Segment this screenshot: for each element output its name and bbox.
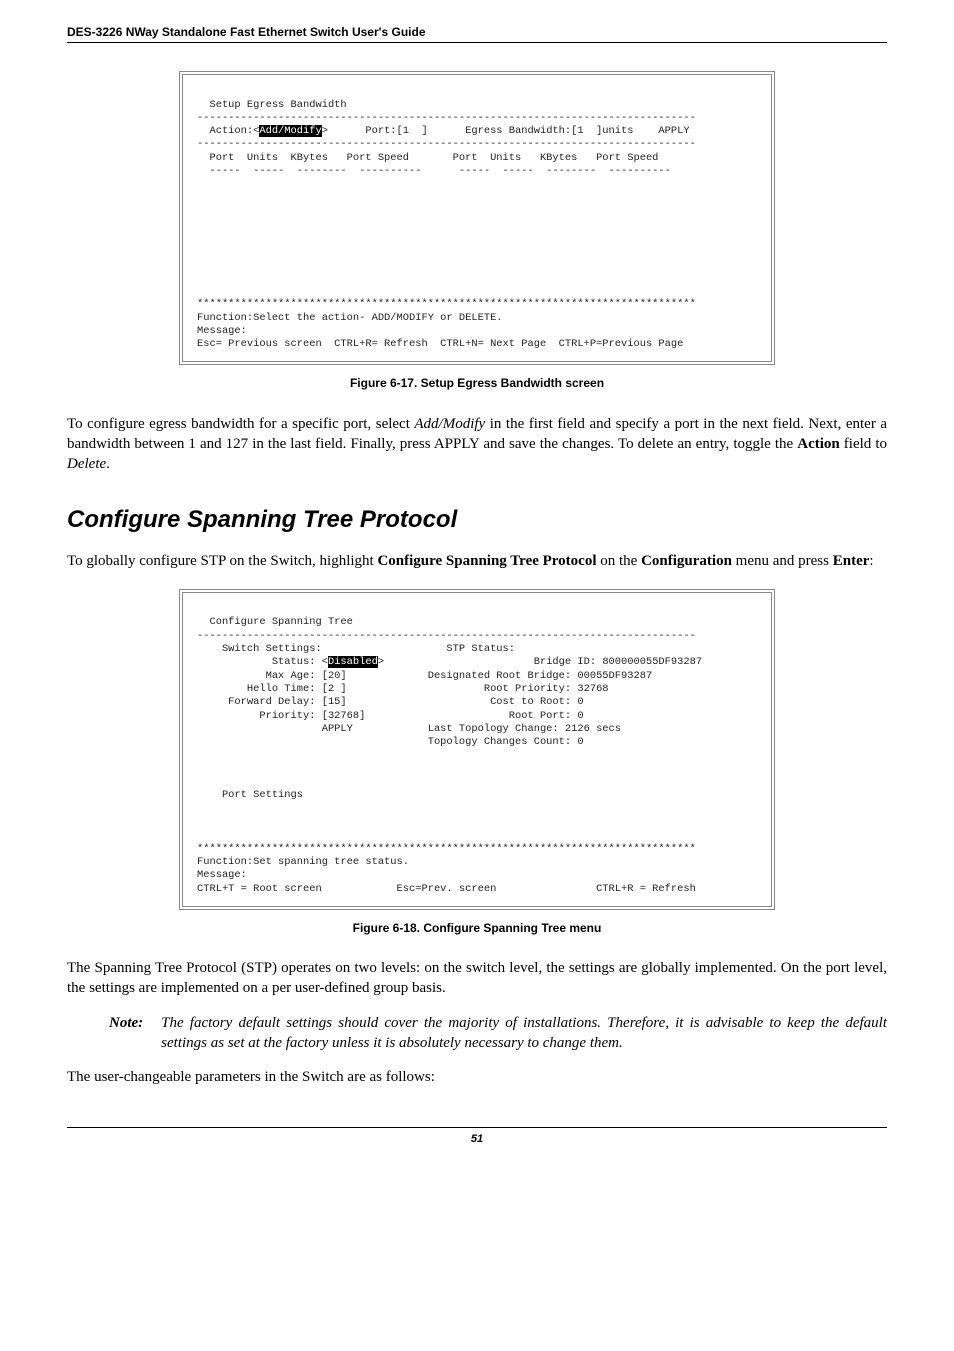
figure-caption-18: Figure 6-18. Configure Spanning Tree men… <box>67 920 887 936</box>
term1-title: Setup Egress Bandwidth <box>197 99 347 111</box>
term2-l8: Topology Changes Count: 0 <box>197 736 584 748</box>
term2-l5: Forward Delay: [15] Cost to Root: 0 <box>197 696 584 708</box>
term2-foot: CTRL+T = Root screen Esc=Prev. screen CT… <box>197 883 696 895</box>
intro-b1: Configure Spanning Tree Protocol <box>377 553 596 569</box>
p1-delete: Delete <box>67 456 106 472</box>
terminal-egress-bandwidth: Setup Egress Bandwidth -----------------… <box>179 71 775 365</box>
term2-title: Configure Spanning Tree <box>197 616 353 628</box>
p1-pre: To configure egress bandwidth for a spec… <box>67 416 414 432</box>
p1-end: . <box>106 456 110 472</box>
term1-action-pre: Action:< <box>197 125 259 137</box>
p1-post1: field to <box>840 436 887 452</box>
intro-b3: Enter <box>833 553 870 569</box>
page-number: 51 <box>67 1127 887 1147</box>
term1-header-row: Port Units KBytes Port Speed Port Units … <box>197 152 658 164</box>
note-body: The factory default settings should cove… <box>161 1013 887 1054</box>
paragraph-user-params: The user-changeable parameters in the Sw… <box>67 1067 887 1087</box>
term2-l4: Hello Time: [2 ] Root Priority: 32768 <box>197 683 609 695</box>
p1-addmodify: Add/Modify <box>414 416 485 432</box>
term2-stars: ****************************************… <box>197 843 696 855</box>
intro-end: : <box>869 553 873 569</box>
term2-l2b: > Bridge ID: 800000055DF93287 <box>378 656 702 668</box>
term2-l7: APPLY Last Topology Change: 2126 secs <box>197 723 621 735</box>
term1-dash-row: ----- ----- -------- ---------- ----- --… <box>197 165 671 177</box>
paragraph-configure-egress: To configure egress bandwidth for a spec… <box>67 414 887 475</box>
figure-caption-17: Figure 6-17. Setup Egress Bandwidth scre… <box>67 375 887 391</box>
terminal-spanning-tree: Configure Spanning Tree ----------------… <box>179 589 775 910</box>
paragraph-stp-levels: The Spanning Tree Protocol (STP) operate… <box>67 958 887 999</box>
term1-func: Function:Select the action- ADD/MODIFY o… <box>197 312 503 324</box>
term2-l1: Switch Settings: STP Status: <box>197 643 515 655</box>
term1-action-post: > Port:[1 ] Egress Bandwidth:[1 ]units A… <box>322 125 690 137</box>
term1-msg: Message: <box>197 325 247 337</box>
intro-b2: Configuration <box>641 553 732 569</box>
intro-pre: To globally configure STP on the Switch,… <box>67 553 377 569</box>
term1-foot: Esc= Previous screen CTRL+R= Refresh CTR… <box>197 338 683 350</box>
note-label: Note: <box>109 1013 143 1054</box>
term2-msg: Message: <box>197 869 247 881</box>
term2-func: Function:Set spanning tree status. <box>197 856 409 868</box>
term2-l9: Port Settings <box>197 789 303 801</box>
page-header: DES-3226 NWay Standalone Fast Ethernet S… <box>67 24 887 43</box>
p1-action: Action <box>797 436 840 452</box>
paragraph-intro-stp: To globally configure STP on the Switch,… <box>67 551 887 571</box>
note-block: Note: The factory default settings shoul… <box>109 1013 887 1054</box>
term2-l3: Max Age: [20] Designated Root Bridge: 00… <box>197 670 652 682</box>
term1-stars: ****************************************… <box>197 298 696 310</box>
term2-l2a: Status: < <box>197 656 328 668</box>
section-title: Configure Spanning Tree Protocol <box>67 504 887 536</box>
term1-action-value: Add/Modify <box>259 125 321 137</box>
term2-status-value: Disabled <box>328 656 378 668</box>
intro-post: menu and press <box>732 553 833 569</box>
intro-mid: on the <box>597 553 642 569</box>
term2-l6: Priority: [32768] Root Port: 0 <box>197 710 584 722</box>
